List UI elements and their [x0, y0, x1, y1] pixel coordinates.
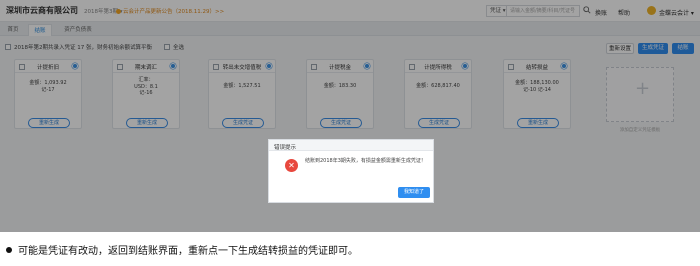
dialog-header: 错误提示	[269, 140, 433, 151]
caption-text: 可能是凭证有改动，返回到结账界面，重新点一下生成结转损益的凭证即可。	[18, 246, 358, 257]
caption: 可能是凭证有改动，返回到结账界面，重新点一下生成结转损益的凭证即可。	[6, 242, 358, 257]
dialog-confirm-button[interactable]: 我知道了	[398, 187, 430, 198]
bullet-icon	[6, 246, 12, 253]
dialog-title: 错误提示	[274, 144, 297, 151]
error-dialog: 错误提示 ✕ 结账到2018年3期失败，有损益金额需重新生成凭证！ 我知道了	[268, 139, 434, 203]
error-icon: ✕	[285, 159, 298, 172]
dialog-message: 结账到2018年3期失败，有损益金额需重新生成凭证！	[305, 158, 426, 164]
app-window: 深圳市云商有限公司 2018年第3期 ▾ 云会计产品更新公告（2018.11.2…	[0, 0, 700, 232]
